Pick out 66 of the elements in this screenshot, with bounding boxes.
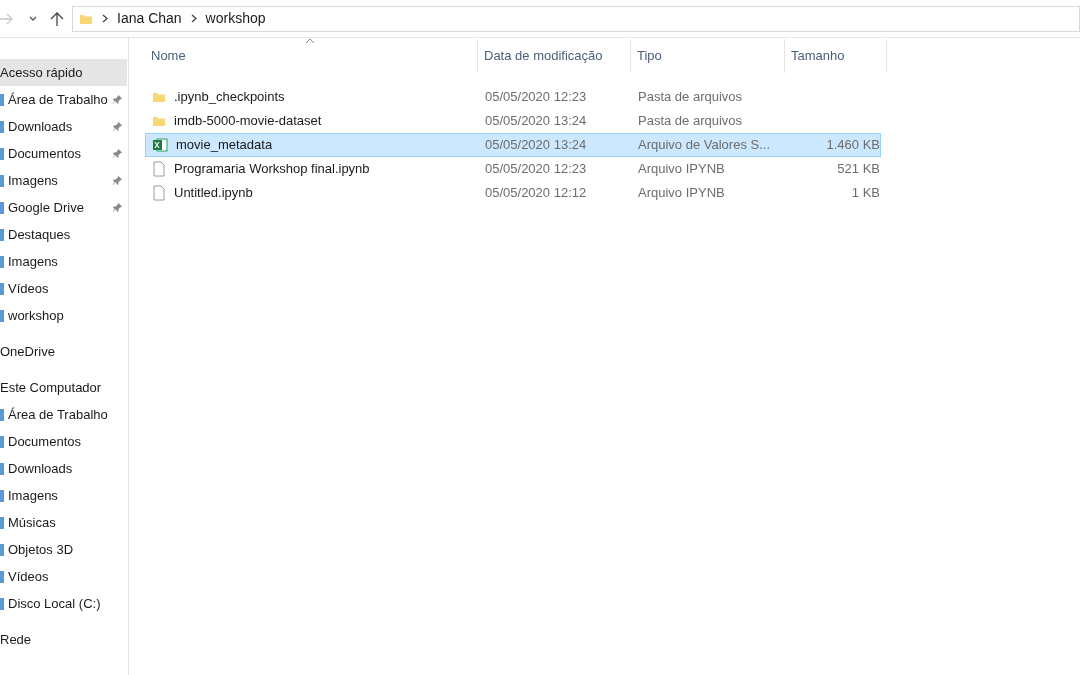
folder-icon: [152, 90, 166, 104]
sidebar-item[interactable]: workshop: [0, 302, 127, 329]
column-header[interactable]: Tipo: [631, 39, 785, 73]
sidebar-item[interactable]: Acesso rápido: [0, 59, 127, 86]
file-row[interactable]: movie_metadata 05/05/2020 13:24 Arquivo de Valores S... 1.460 KB: [145, 133, 881, 157]
file-size: 521 KB: [837, 161, 880, 177]
column-header[interactable]: Tamanho: [785, 39, 887, 73]
address-bar[interactable]: Iana Chan workshop: [72, 5, 1080, 32]
file-size: 1.460 KB: [826, 137, 880, 153]
column-header[interactable]: Nome: [145, 39, 478, 73]
sidebar-item[interactable]: Vídeos: [0, 563, 127, 590]
sidebar-item[interactable]: Área de Trabalho: [0, 401, 127, 428]
document-icon: [152, 185, 166, 201]
pin-icon: [112, 202, 123, 213]
sidebar-item[interactable]: Rede: [0, 626, 127, 653]
breadcrumb[interactable]: workshop: [205, 8, 266, 29]
sidebar-item[interactable]: Este Computador: [0, 374, 127, 401]
pin-icon: [112, 121, 123, 132]
file-type: Pasta de arquivos: [638, 89, 743, 105]
sort-caret-icon: [305, 38, 315, 44]
sidebar-item[interactable]: Imagens: [0, 167, 127, 194]
chevron-right-icon: [190, 14, 197, 23]
pin-icon: [112, 94, 123, 105]
pin-icon: [112, 175, 123, 186]
modified-date: 05/05/2020 12:23: [485, 89, 587, 105]
file-row[interactable]: imdb-5000-movie-dataset 05/05/2020 13:24 Pasta de arquivos: [145, 109, 881, 133]
file-row[interactable]: Programaria Workshop final.ipynb 05/05/2020 12:23 Arquivo IPYNB 521 KB: [145, 157, 881, 181]
sidebar-item[interactable]: Documentos: [0, 140, 127, 167]
pin-icon: [112, 148, 123, 159]
sidebar-item[interactable]: Google Drive: [0, 194, 127, 221]
chevron-down-icon[interactable]: [28, 14, 38, 23]
sidebar-item[interactable]: OneDrive: [0, 338, 127, 365]
chevron-right-icon: [102, 14, 108, 23]
file-name: .ipynb_checkpoints: [174, 88, 285, 107]
file-name: movie_metadata: [176, 136, 273, 155]
modified-date: 05/05/2020 12:23: [485, 161, 587, 177]
sidebar-item[interactable]: Downloads: [0, 113, 127, 140]
document-icon: [152, 161, 166, 177]
sidebar-item[interactable]: Downloads: [0, 455, 127, 482]
sidebar-item[interactable]: Vídeos: [0, 275, 127, 302]
file-type: Pasta de arquivos: [638, 113, 743, 129]
folder-icon: [152, 114, 166, 128]
file-name: Untitled.ipynb: [174, 184, 253, 203]
file-name: imdb-5000-movie-dataset: [174, 112, 322, 131]
sidebar-item[interactable]: Músicas: [0, 509, 127, 536]
file-type: Arquivo IPYNB: [638, 185, 725, 201]
file-row[interactable]: .ipynb_checkpoints 05/05/2020 12:23 Pasta de arquivos: [145, 85, 881, 109]
sidebar-item[interactable]: Disco Local (C:): [0, 590, 127, 617]
modified-date: 05/05/2020 13:24: [485, 113, 587, 129]
sidebar-item[interactable]: Destaques: [0, 221, 127, 248]
sidebar-item[interactable]: Objetos 3D: [0, 536, 127, 563]
file-type: Arquivo IPYNB: [638, 161, 725, 177]
modified-date: 05/05/2020 13:24: [485, 137, 587, 153]
column-header[interactable]: Data de modificação: [478, 39, 631, 73]
sidebar-item[interactable]: Imagens: [0, 482, 127, 509]
breadcrumb[interactable]: Iana Chan: [117, 8, 182, 29]
file-size: 1 KB: [851, 185, 880, 201]
up-arrow-icon[interactable]: [50, 10, 64, 27]
spreadsheet-icon: [152, 137, 168, 153]
file-row[interactable]: Untitled.ipynb 05/05/2020 12:12 Arquivo IPYNB 1 KB: [145, 181, 881, 205]
sidebar-item[interactable]: Imagens: [0, 248, 127, 275]
sidebar-item[interactable]: Área de Trabalho: [0, 86, 127, 113]
sidebar-item[interactable]: Documentos: [0, 428, 127, 455]
modified-date: 05/05/2020 12:12: [485, 185, 587, 201]
file-name: Programaria Workshop final.ipynb: [174, 160, 370, 179]
file-type: Arquivo de Valores S...: [638, 137, 770, 153]
